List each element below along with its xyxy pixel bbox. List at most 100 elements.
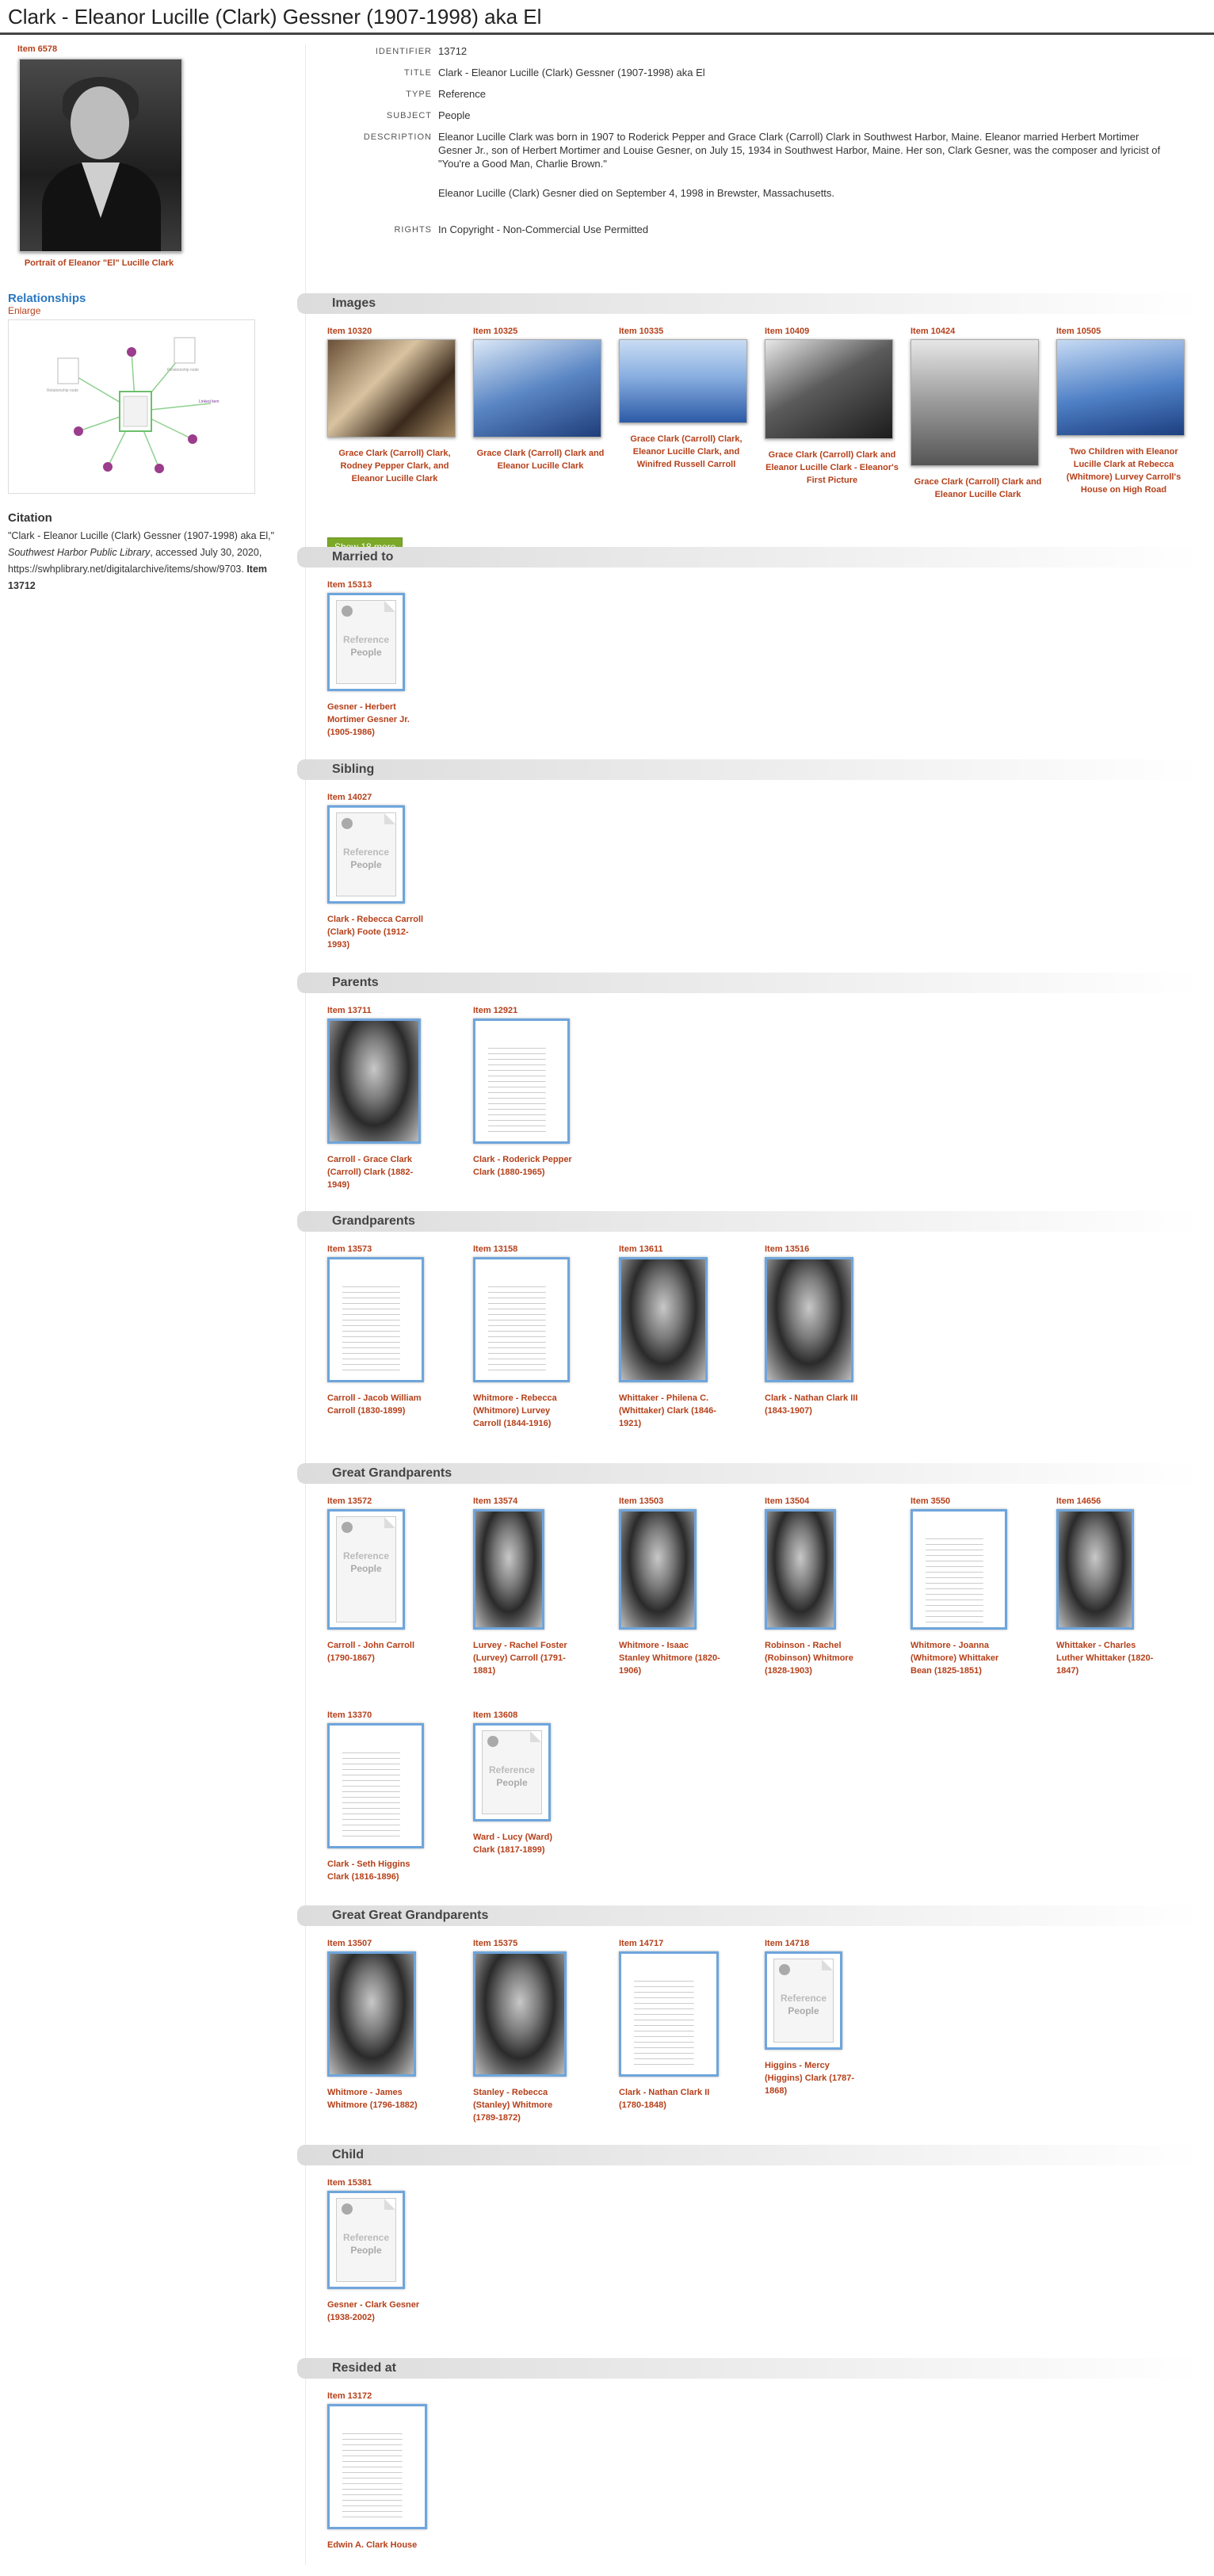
item-id-link[interactable]: Item 13574 <box>473 1496 608 1506</box>
item-id-link[interactable]: Item 13572 <box>327 1496 462 1506</box>
item-id-link[interactable]: Item 14656 <box>1056 1496 1191 1506</box>
document-thumbnail[interactable] <box>619 1951 719 2077</box>
image-card[interactable]: Item 10320 Grace Clark (Carroll) Clark, R… <box>327 327 462 485</box>
portrait-thumbnail[interactable] <box>327 1951 416 2077</box>
item-id-link[interactable]: Item 13573 <box>327 1244 462 1254</box>
item-caption-link[interactable]: Grace Clark (Carroll) Clark, Rodney Pepp… <box>327 447 462 485</box>
reference-people-thumbnail[interactable]: Reference People <box>327 593 405 691</box>
item-caption-link[interactable]: Whitmore - Isaac Stanley Whitmore (1820-… <box>619 1639 722 1677</box>
featured-item-link[interactable]: Item 6578 <box>8 44 293 54</box>
featured-portrait-caption[interactable]: Portrait of Eleanor "El" Lucille Clark <box>8 258 190 268</box>
image-thumbnail[interactable] <box>910 339 1039 466</box>
related-item-card[interactable]: Item 13572 Reference People Carroll - John … <box>327 1496 462 1664</box>
related-item-card[interactable]: Item 13370 Clark - Seth Higgins Clark (18… <box>327 1710 462 1883</box>
related-item-card[interactable]: Item 13608 Reference People Ward - Lucy (Wa… <box>473 1710 608 1856</box>
item-id-link[interactable]: Item 13611 <box>619 1244 754 1254</box>
item-caption-link[interactable]: Lurvey - Rachel Foster (Lurvey) Carroll … <box>473 1639 576 1677</box>
image-card[interactable]: Item 10335 Grace Clark (Carroll) Clark, E… <box>619 327 754 471</box>
item-id-link[interactable]: Item 13711 <box>327 1006 462 1015</box>
item-caption-link[interactable]: Clark - Seth Higgins Clark (1816-1896) <box>327 1858 430 1883</box>
item-caption-link[interactable]: Whittaker - Philena C. (Whittaker) Clark… <box>619 1392 722 1430</box>
item-id-link[interactable]: Item 10335 <box>619 327 754 336</box>
related-item-card[interactable]: Item 13507 Whitmore - James Whitmore (179… <box>327 1939 462 2112</box>
related-item-card[interactable]: Item 12921 Clark - Roderick Pepper Clark … <box>473 1006 608 1179</box>
item-id-link[interactable]: Item 15375 <box>473 1939 608 1948</box>
document-thumbnail[interactable] <box>327 1257 424 1382</box>
image-thumbnail[interactable] <box>473 339 601 438</box>
related-item-card[interactable]: Item 14656 Whittaker - Charles Luther Whi… <box>1056 1496 1191 1677</box>
item-caption-link[interactable]: Gesner - Herbert Mortimer Gesner Jr. (19… <box>327 701 430 739</box>
item-caption-link[interactable]: Carroll - Grace Clark (Carroll) Clark (1… <box>327 1153 430 1191</box>
rights-link[interactable]: In Copyright - Non-Commercial Use Permit… <box>438 223 1167 237</box>
item-caption-link[interactable]: Ward - Lucy (Ward) Clark (1817-1899) <box>473 1831 576 1856</box>
item-caption-link[interactable]: Robinson - Rachel (Robinson) Whitmore (1… <box>765 1639 868 1677</box>
reference-people-thumbnail[interactable]: Reference People <box>327 805 405 904</box>
item-caption-link[interactable]: Higgins - Mercy (Higgins) Clark (1787-18… <box>765 2059 868 2097</box>
item-caption-link[interactable]: Clark - Rebecca Carroll (Clark) Foote (1… <box>327 913 430 951</box>
portrait-thumbnail[interactable] <box>327 1019 421 1144</box>
related-item-card[interactable]: Item 14718 Reference People Higgins - Mercy… <box>765 1939 899 2097</box>
related-item-card[interactable]: Item 13504 Robinson - Rachel (Robinson) W… <box>765 1496 899 1677</box>
item-caption-link[interactable]: Carroll - Jacob William Carroll (1830-18… <box>327 1392 430 1417</box>
portrait-thumbnail[interactable] <box>765 1509 836 1630</box>
related-item-card[interactable]: Item 13611 Whittaker - Philena C. (Whitta… <box>619 1244 754 1430</box>
image-card[interactable]: Item 10505 Two Children with Eleanor Luci… <box>1056 327 1191 496</box>
related-item-card[interactable]: Item 13158 Whitmore - Rebecca (Whitmore) … <box>473 1244 608 1430</box>
related-item-card[interactable]: Item 13711 Carroll - Grace Clark (Carroll… <box>327 1006 462 1191</box>
item-id-link[interactable]: Item 14027 <box>327 793 462 802</box>
item-caption-link[interactable]: Whitmore - Rebecca (Whitmore) Lurvey Car… <box>473 1392 576 1430</box>
item-caption-link[interactable]: Carroll - John Carroll (1790-1867) <box>327 1639 430 1664</box>
related-item-card[interactable]: Item 13172 Edwin A. Clark House <box>327 2391 462 2551</box>
related-item-card[interactable]: Item 3550 Whitmore - Joanna (Whitmore) Wh… <box>910 1496 1045 1677</box>
reference-people-thumbnail[interactable]: Reference People <box>473 1723 551 1821</box>
portrait-thumbnail[interactable] <box>765 1257 853 1382</box>
reference-people-thumbnail[interactable]: Reference People <box>327 1509 405 1630</box>
portrait-thumbnail[interactable] <box>619 1257 708 1382</box>
item-caption-link[interactable]: Stanley - Rebecca (Stanley) Whitmore (17… <box>473 2086 576 2124</box>
image-thumbnail[interactable] <box>619 339 747 423</box>
document-thumbnail[interactable] <box>473 1019 570 1144</box>
item-caption-link[interactable]: Whittaker - Charles Luther Whittaker (18… <box>1056 1639 1159 1677</box>
item-id-link[interactable]: Item 13172 <box>327 2391 462 2401</box>
item-caption-link[interactable]: Two Children with Eleanor Lucille Clark … <box>1056 445 1191 496</box>
item-id-link[interactable]: Item 15313 <box>327 580 462 590</box>
image-card[interactable]: Item 10409 Grace Clark (Carroll) Clark an… <box>765 327 899 487</box>
related-item-card[interactable]: Item 13574 Lurvey - Rachel Foster (Lurvey… <box>473 1496 608 1677</box>
item-id-link[interactable]: Item 10505 <box>1056 327 1191 336</box>
item-caption-link[interactable]: Grace Clark (Carroll) Clark and Eleanor … <box>910 476 1045 501</box>
item-id-link[interactable]: Item 3550 <box>910 1496 1045 1506</box>
document-thumbnail[interactable] <box>327 2404 427 2529</box>
item-id-link[interactable]: Item 14717 <box>619 1939 754 1948</box>
item-id-link[interactable]: Item 13507 <box>327 1939 462 1948</box>
document-thumbnail[interactable] <box>910 1509 1007 1630</box>
image-card[interactable]: Item 10325 Grace Clark (Carroll) Clark an… <box>473 327 608 472</box>
related-item-card[interactable]: Item 13503 Whitmore - Isaac Stanley Whitm… <box>619 1496 754 1677</box>
item-caption-link[interactable]: Clark - Nathan Clark II (1780-1848) <box>619 2086 722 2112</box>
item-id-link[interactable]: Item 15381 <box>327 2178 462 2188</box>
item-caption-link[interactable]: Grace Clark (Carroll) Clark and Eleanor … <box>765 449 899 487</box>
related-item-card[interactable]: Item 15313 Reference People Gesner - Herber… <box>327 580 462 739</box>
related-item-card[interactable]: Item 13516 Clark - Nathan Clark III (1843… <box>765 1244 899 1417</box>
document-thumbnail[interactable] <box>473 1257 570 1382</box>
item-id-link[interactable]: Item 13504 <box>765 1496 899 1506</box>
portrait-thumbnail[interactable] <box>473 1509 544 1630</box>
item-id-link[interactable]: Item 10409 <box>765 327 899 336</box>
image-card[interactable]: Item 10424 Grace Clark (Carroll) Clark an… <box>910 327 1045 501</box>
item-caption-link[interactable]: Clark - Roderick Pepper Clark (1880-1965… <box>473 1153 576 1179</box>
image-thumbnail[interactable] <box>1056 339 1185 436</box>
related-item-card[interactable]: Item 14717 Clark - Nathan Clark II (1780-… <box>619 1939 754 2112</box>
item-id-link[interactable]: Item 12921 <box>473 1006 608 1015</box>
item-id-link[interactable]: Item 10325 <box>473 327 608 336</box>
featured-portrait-image[interactable] <box>19 59 182 252</box>
type-link[interactable]: Reference <box>438 87 1167 101</box>
item-caption-link[interactable]: Grace Clark (Carroll) Clark and Eleanor … <box>473 447 608 472</box>
relationships-graph[interactable]: Relationship node Relationship node Linke… <box>8 319 255 494</box>
item-id-link[interactable]: Item 10424 <box>910 327 1045 336</box>
item-id-link[interactable]: Item 13158 <box>473 1244 608 1254</box>
item-id-link[interactable]: Item 13516 <box>765 1244 899 1254</box>
item-id-link[interactable]: Item 10320 <box>327 327 462 336</box>
portrait-thumbnail[interactable] <box>473 1951 567 2077</box>
related-item-card[interactable]: Item 15381 Reference People Gesner - Clark … <box>327 2178 462 2324</box>
related-item-card[interactable]: Item 15375 Stanley - Rebecca (Stanley) Wh… <box>473 1939 608 2124</box>
item-caption-link[interactable]: Grace Clark (Carroll) Clark, Eleanor Luc… <box>619 433 754 471</box>
